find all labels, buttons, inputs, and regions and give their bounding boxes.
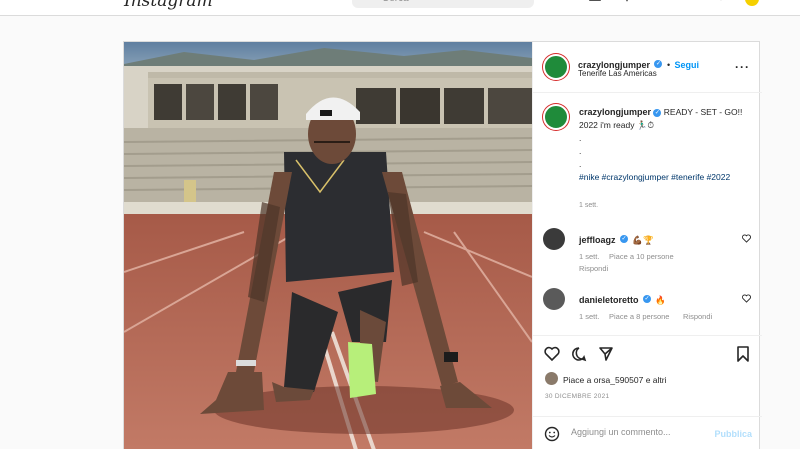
publish-button[interactable]: Pubblica [714, 429, 752, 439]
post-actions: Piace a orsa_590507 e altri 30 DICEMBRE … [533, 335, 762, 449]
liker-avatar[interactable] [545, 372, 558, 385]
bookmark-icon[interactable] [735, 346, 751, 362]
new-post-icon[interactable] [651, 0, 665, 4]
verified-icon: ✓ [654, 59, 663, 68]
comment-icon[interactable] [571, 346, 587, 362]
post-side-panel: crazylongjumper ✓ • Segui Tenerife Las A… [532, 42, 762, 449]
home-icon[interactable] [588, 0, 602, 4]
emoji-icon[interactable] [544, 426, 560, 442]
post-card: crazylongjumper ✓ • Segui Tenerife Las A… [123, 41, 762, 449]
comment-like-icon[interactable] [742, 234, 751, 243]
reply-button[interactable]: Rispondi [683, 312, 712, 321]
post-caption: crazylongjumper ✓ READY - SET - GO!! 202… [579, 106, 755, 184]
caption-author-avatar[interactable] [543, 104, 569, 130]
reply-button[interactable]: Rispondi [579, 264, 608, 273]
commenter-avatar[interactable] [543, 228, 565, 250]
comment-username[interactable]: jeffloagz [579, 235, 616, 245]
caption-line: . [579, 159, 582, 169]
verified-icon: ✓ [619, 234, 628, 243]
caption-timestamp[interactable]: 1 sett. [579, 202, 598, 209]
comment-item: danieletoretto ✓ 🔥 [579, 290, 666, 308]
profile-avatar[interactable] [745, 0, 759, 6]
likes-summary[interactable]: Piace a orsa_590507 e altri [563, 375, 667, 385]
instagram-logo[interactable]: Instagram [124, 0, 213, 11]
comment-likes[interactable]: Piace a 10 persone [609, 252, 674, 261]
share-icon[interactable] [598, 346, 614, 362]
verified-icon: ✓ [653, 108, 662, 117]
messenger-icon[interactable] [620, 0, 634, 4]
comment-input[interactable] [571, 427, 701, 437]
post-date[interactable]: 30 DICEMBRE 2021 [545, 393, 609, 400]
comment-item: jeffloagz ✓ 💪🏾🏆 [579, 230, 654, 248]
caption-line: . [579, 146, 582, 156]
caption-hashtags[interactable]: #nike #crazylongjumper #tenerife #2022 [579, 171, 755, 184]
activity-icon[interactable] [714, 0, 728, 4]
explore-icon[interactable] [683, 0, 697, 4]
add-comment-bar: Pubblica [533, 416, 762, 449]
comment-time[interactable]: 1 sett. [579, 252, 599, 261]
follow-button[interactable]: Segui [675, 60, 700, 70]
comment-time[interactable]: 1 sett. [579, 312, 599, 321]
verified-icon: ✓ [642, 294, 651, 303]
comment-text: 💪🏾🏆 [632, 235, 654, 245]
caption-line: READY - SET - GO!! [663, 107, 743, 117]
comment-likes[interactable]: Piace a 8 persone [609, 312, 669, 321]
comment-like-icon[interactable] [742, 294, 751, 303]
commenter-avatar[interactable] [543, 288, 565, 310]
top-nav: Instagram Cerca [0, 0, 800, 16]
author-avatar[interactable] [543, 54, 569, 80]
caption-line: . [579, 133, 582, 143]
caption-author-username[interactable]: crazylongjumper [579, 107, 651, 117]
caption-line: 2022 i'm ready 🏃🏽‍♂️⏱ [579, 120, 655, 130]
more-options-icon[interactable]: ··· [735, 60, 750, 74]
post-photo[interactable] [124, 42, 532, 449]
like-icon[interactable] [544, 346, 560, 362]
post-location[interactable]: Tenerife Las Americas [578, 69, 657, 78]
search-input[interactable]: Cerca [352, 0, 534, 8]
comment-text: 🔥 [655, 295, 667, 305]
post-header: crazylongjumper ✓ • Segui Tenerife Las A… [533, 42, 762, 93]
comment-username[interactable]: danieletoretto [579, 295, 639, 305]
sprinter-photo [124, 42, 532, 449]
